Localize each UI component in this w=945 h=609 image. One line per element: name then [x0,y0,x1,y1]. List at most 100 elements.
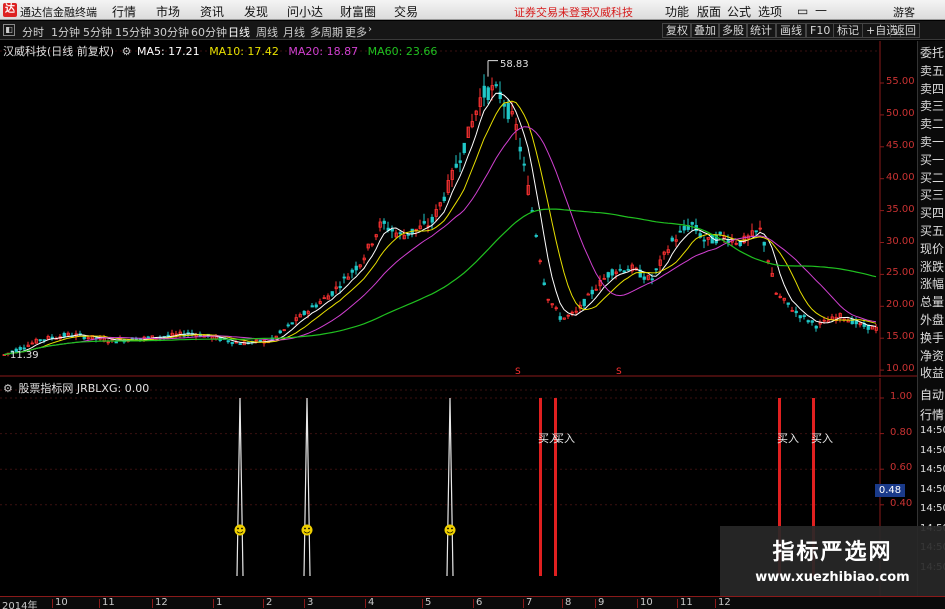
quote-row-label[interactable]: 卖二 [920,115,945,132]
tick-time-row[interactable]: 14:50 [920,464,945,475]
period-fenshi[interactable]: 分时 [22,24,44,40]
time-tick-label: 12 [155,597,168,608]
quote-row-label[interactable]: 外盘 [920,311,945,328]
time-tick [473,599,474,608]
menu-jiaoyi[interactable]: 交易 [394,3,418,20]
btn-fanhui[interactable]: 返回 [890,23,920,38]
period-daily[interactable]: 日线 [228,24,250,40]
candle-body [670,237,674,242]
candle-body [230,341,234,345]
buy-label: 买入 [553,432,575,445]
candle-body [454,163,458,168]
candle-body [802,315,806,318]
price-tick-label: 55.00 [886,76,915,87]
quote-row-label[interactable]: 卖四 [920,80,945,97]
quote-row-label[interactable]: 委托 [920,44,945,61]
price-tick-label: 30.00 [886,235,915,247]
menu-wenxiaoda[interactable]: 问小达 [287,3,323,20]
login-alert[interactable]: 证券交易未登录 [514,4,591,20]
candle-body [166,334,170,337]
candle-body [710,234,714,244]
expand-icon[interactable]: ◧ [3,24,15,36]
menu-banmian[interactable]: 版面 [697,3,721,20]
quote-row-label[interactable]: 净资 [920,347,945,364]
quote-row-label[interactable]: 收益 [920,364,945,381]
quote-row-label[interactable]: 卖五 [920,62,945,79]
menu-shichang[interactable]: 市场 [156,3,180,20]
candle-body [238,343,242,345]
candle-body [558,316,562,320]
quote-row-label[interactable]: 涨跌 [920,258,945,275]
app-logo-icon: 达 [3,3,17,17]
candle-body [542,282,546,286]
low-price-label: 11.39 [10,350,39,361]
btn-diejia[interactable]: 叠加 [690,23,720,38]
period-30min[interactable]: 30分钟 [153,24,189,40]
quote-row-label[interactable]: 买五 [920,222,945,239]
tick-time-row[interactable]: 自动 [920,386,945,403]
time-tick [715,599,716,608]
btn-fuquan[interactable]: 复权 [662,23,692,38]
quote-row-label[interactable]: 买四 [920,204,945,221]
btn-biaoji[interactable]: 标记 [833,23,863,38]
candle-body [398,232,402,235]
quote-row-label[interactable]: 换手 [920,329,945,346]
btn-huaxian[interactable]: 画线 [776,23,806,38]
quote-row-label[interactable]: 卖一 [920,133,945,150]
smiley-icon [234,524,246,536]
watermark-title: 指标严选网 [772,540,893,565]
quote-row-label[interactable]: 涨幅 [920,275,945,292]
signal-spike [303,397,311,577]
menu-gongshi[interactable]: 公式 [727,3,751,20]
price-tick-label: 35.00 [886,203,915,215]
candle-body [442,196,446,201]
tick-time-row[interactable]: 14:50 [920,425,945,436]
candle-body [618,268,622,271]
menu-caifuquan[interactable]: 财富圈 [340,3,376,20]
period-more[interactable]: 更多 [345,24,367,40]
btn-duogu[interactable]: 多股 [718,23,748,38]
period-15min[interactable]: 15分钟 [115,24,151,40]
quote-row-label[interactable]: 总量 [920,293,945,310]
menu-faxian[interactable]: 发现 [244,3,268,20]
smiley-eye [304,527,306,530]
candle-body [718,231,722,235]
candle-body [462,142,466,154]
quote-row-label[interactable]: 买一 [920,151,945,168]
kline-chart[interactable]: 汉威科技(日线 前复权) ⚙ MA5: 17.21 MA10: 17.42 MA… [0,41,945,377]
menu-xuanxiang[interactable]: 选项 [758,3,782,20]
period-weekly[interactable]: 周线 [256,24,278,40]
time-tick-label: 2 [266,597,273,608]
tick-time-row[interactable]: 行情 [920,406,945,423]
chevron-right-icon[interactable]: › [368,24,372,35]
legend-ma60: MA60: 23.66 [367,45,438,58]
menu-hangqing[interactable]: 行情 [112,3,136,20]
kline-chart-svg[interactable] [0,41,945,377]
menu-zixun[interactable]: 资讯 [200,3,224,20]
btn-f10[interactable]: F10 [806,23,835,38]
period-monthly[interactable]: 月线 [283,24,305,40]
quote-row-label[interactable]: 卖三 [920,97,945,114]
window-icon[interactable]: — [815,3,827,17]
period-60min[interactable]: 60分钟 [191,24,227,40]
candle-body [50,336,54,339]
btn-tongji[interactable]: 统计 [746,23,776,38]
smiley-icon [444,524,456,536]
time-tick [263,599,264,608]
menu-gongneng[interactable]: 功能 [665,3,689,20]
quote-row-label[interactable]: 买二 [920,169,945,186]
period-multi[interactable]: 多周期 [310,24,343,40]
tick-time-row[interactable]: 14:50 [920,445,945,456]
quote-row-label[interactable]: 买三 [920,186,945,203]
minimize-icon[interactable]: ▭ [797,4,808,18]
settings-icon[interactable]: ⚙ [3,382,13,395]
candle-body [354,265,358,271]
settings-icon[interactable]: ⚙ [122,45,132,58]
time-axis: 2014年 10 11 12 1 2 3 4 5 6 7 8 9 10 11 12 [0,596,945,609]
period-1min[interactable]: 1分钟 [51,24,80,40]
quote-row-label[interactable]: 现价 [920,240,945,257]
period-5min[interactable]: 5分钟 [83,24,112,40]
tick-time-row[interactable]: 14:50 [920,484,945,495]
guest-label[interactable]: 游客 [893,4,915,20]
tick-time-row[interactable]: 14:50 [920,503,945,514]
